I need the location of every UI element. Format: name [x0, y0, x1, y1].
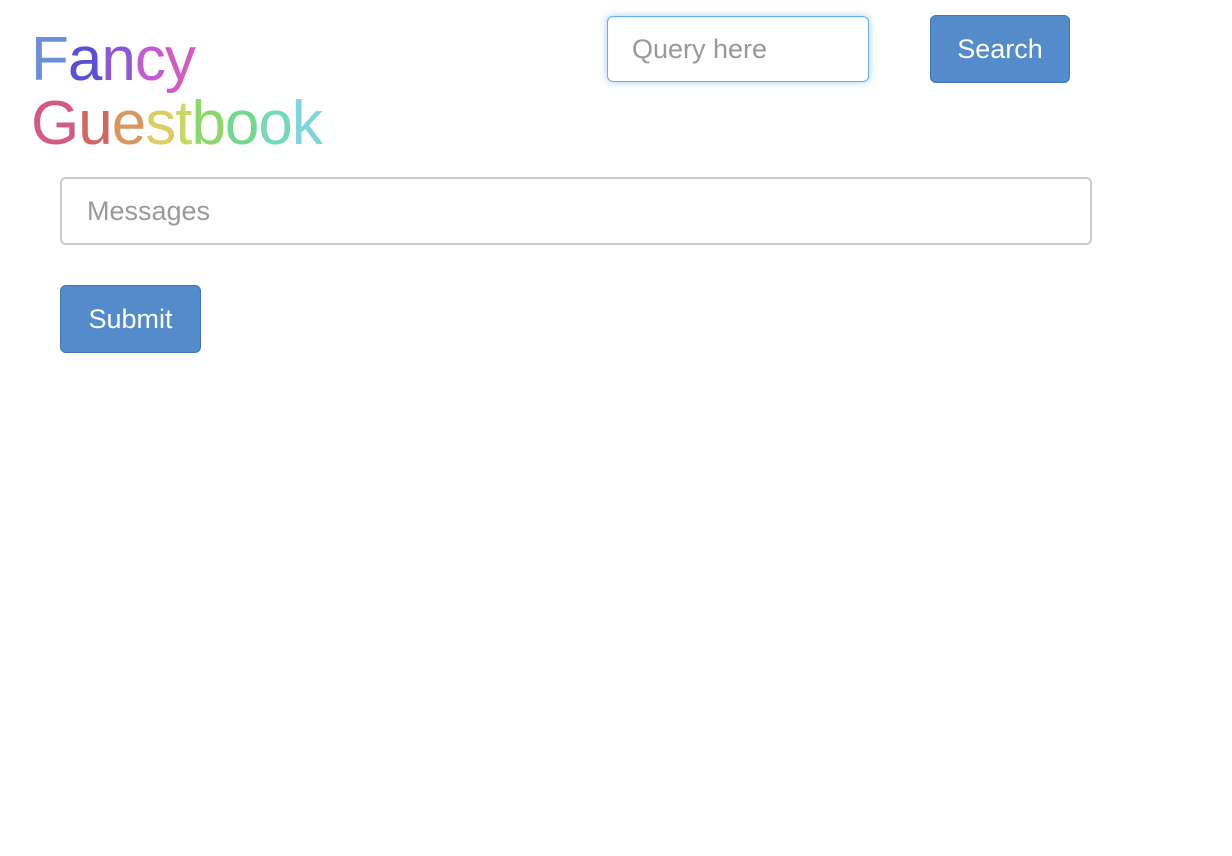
site-title: Fancy Guestbook [31, 28, 323, 158]
site-title-line-2: Guestbook [31, 89, 323, 158]
title-letter: t [175, 89, 192, 158]
title-letter: F [31, 25, 69, 94]
title-letter: y [164, 25, 196, 94]
title-letter: k [291, 89, 323, 158]
search-input[interactable] [607, 16, 869, 82]
title-letter: o [258, 89, 292, 158]
title-letter: e [111, 89, 146, 158]
title-letter: c [134, 25, 166, 94]
submit-button[interactable]: Submit [60, 285, 201, 353]
title-letter: n [101, 25, 135, 94]
search-button[interactable]: Search [930, 15, 1070, 83]
title-letter: u [78, 89, 112, 158]
message-input[interactable] [60, 177, 1092, 245]
title-letter: a [67, 25, 102, 94]
title-letter: b [191, 89, 225, 158]
title-letter: s [145, 89, 176, 158]
site-title-line-1: Fancy [31, 28, 322, 92]
title-letter: G [31, 89, 79, 158]
page: Fancy Guestbook Search Submit [0, 0, 1232, 856]
title-letter: o [224, 89, 259, 158]
